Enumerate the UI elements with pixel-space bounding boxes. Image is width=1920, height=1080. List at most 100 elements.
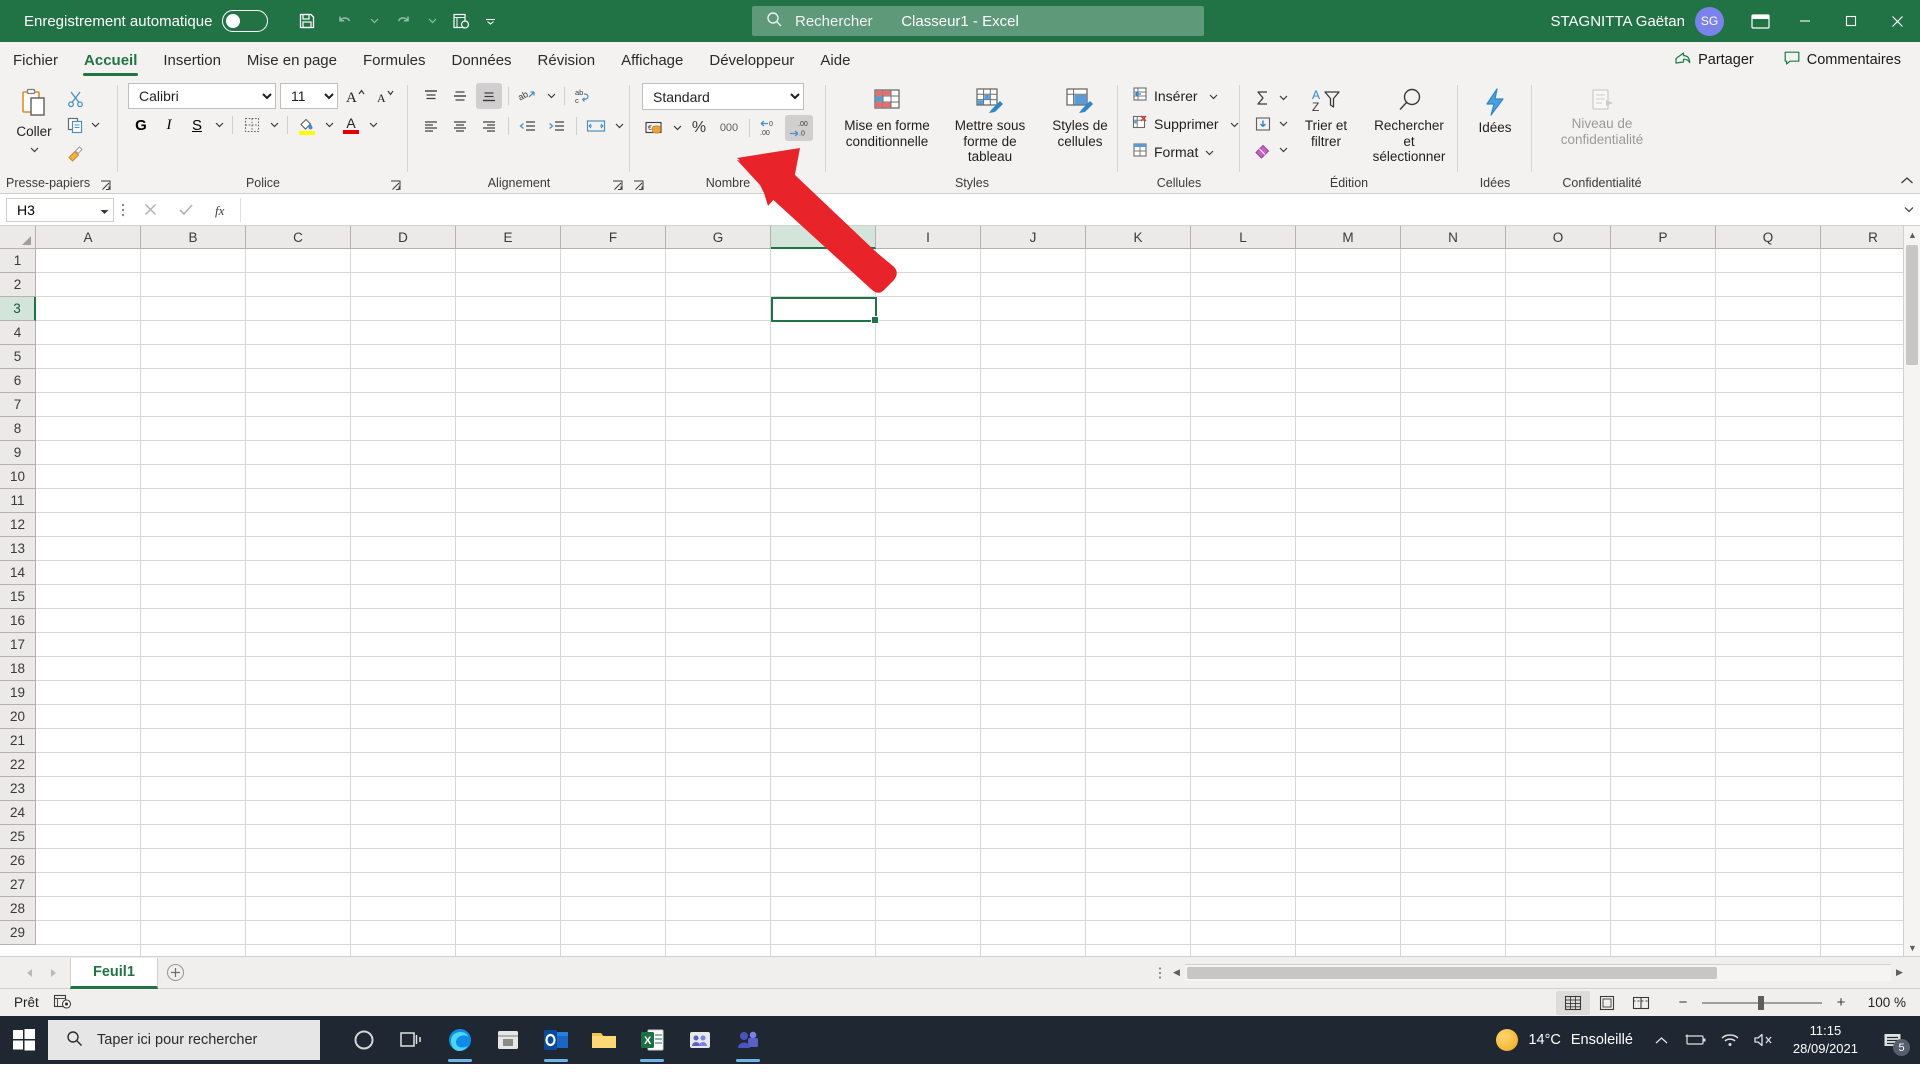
file-explorer-icon[interactable] — [580, 1016, 628, 1064]
format-painter-icon[interactable] — [62, 139, 88, 165]
underline-chevron-down-icon[interactable] — [212, 112, 226, 138]
column-header-G[interactable]: G — [666, 226, 771, 248]
fill-color-chevron-down-icon[interactable] — [322, 112, 336, 138]
row-header-1[interactable]: 1 — [0, 249, 35, 273]
font-dialog-launcher[interactable] — [389, 179, 403, 193]
row-header-27[interactable]: 27 — [0, 873, 35, 897]
clipboard-dialog-launcher[interactable] — [99, 179, 113, 193]
comments-button[interactable]: Commentaires — [1773, 47, 1912, 73]
column-header-O[interactable]: O — [1506, 226, 1611, 248]
row-header-7[interactable]: 7 — [0, 393, 35, 417]
increase-indent-icon[interactable] — [544, 113, 570, 139]
align-bottom-icon[interactable] — [476, 83, 502, 109]
next-sheet-icon[interactable] — [42, 962, 64, 984]
merge-center-icon[interactable] — [583, 113, 609, 139]
column-header-N[interactable]: N — [1401, 226, 1506, 248]
excel-icon[interactable]: X — [628, 1016, 676, 1064]
scroll-left-arrow[interactable]: ◀ — [1168, 964, 1185, 981]
horizontal-scrollbar[interactable]: ◀ ▶ — [1168, 964, 1908, 981]
grow-font-icon[interactable]: A — [342, 83, 368, 109]
ideas-button[interactable]: Idées — [1468, 83, 1522, 138]
cut-icon[interactable] — [62, 85, 88, 111]
autosave-toggle[interactable] — [222, 10, 269, 32]
row-header-3[interactable]: 3 — [0, 297, 36, 321]
paste-button[interactable]: Coller — [8, 83, 60, 160]
align-left-icon[interactable] — [418, 113, 444, 139]
add-sheet-button[interactable] — [158, 957, 194, 989]
bold-button[interactable]: G — [128, 112, 154, 138]
row-header-13[interactable]: 13 — [0, 537, 35, 561]
tab-fichier[interactable]: Fichier — [0, 42, 71, 78]
accounting-chevron-down-icon[interactable] — [670, 115, 684, 141]
format-cells-button[interactable]: Format — [1126, 138, 1219, 166]
avatar[interactable]: SG — [1695, 6, 1724, 36]
teams-classic-icon[interactable] — [676, 1016, 724, 1064]
row-header-29[interactable]: 29 — [0, 921, 35, 945]
insert-function-icon[interactable]: fx — [204, 197, 240, 223]
expand-formula-bar-icon[interactable] — [1898, 206, 1920, 213]
row-header-25[interactable]: 25 — [0, 825, 35, 849]
edge-icon[interactable] — [436, 1016, 484, 1064]
teams-icon[interactable] — [724, 1016, 772, 1064]
row-header-8[interactable]: 8 — [0, 417, 35, 441]
column-header-M[interactable]: M — [1296, 226, 1401, 248]
orientation-icon[interactable]: ab — [515, 83, 541, 109]
copy-icon[interactable] — [62, 112, 88, 138]
shrink-font-icon[interactable]: A — [372, 83, 398, 109]
column-header-C[interactable]: C — [246, 226, 351, 248]
start-button[interactable] — [0, 1016, 48, 1064]
outlook-icon[interactable] — [532, 1016, 580, 1064]
sheet-resize-grip[interactable] — [1152, 966, 1168, 980]
column-header-F[interactable]: F — [561, 226, 666, 248]
formula-input[interactable] — [240, 197, 1898, 222]
align-right-icon[interactable] — [476, 113, 502, 139]
row-header-12[interactable]: 12 — [0, 513, 35, 537]
font-color-icon[interactable]: A — [338, 112, 364, 138]
clear-chevron-down-icon[interactable] — [1276, 137, 1290, 163]
row-header-5[interactable]: 5 — [0, 345, 35, 369]
increase-decimal-button[interactable]: .00.0 — [785, 115, 813, 141]
chevron-down-icon[interactable] — [1230, 115, 1239, 133]
conditional-formatting-button[interactable]: Mise en forme conditionnelle — [838, 83, 936, 151]
italic-button[interactable]: I — [156, 112, 182, 138]
scroll-down-arrow[interactable]: ▼ — [1904, 939, 1920, 956]
weather-widget[interactable]: 14°C Ensoleillé — [1484, 1029, 1644, 1051]
align-middle-icon[interactable] — [447, 83, 473, 109]
row-header-23[interactable]: 23 — [0, 777, 35, 801]
microsoft-store-icon[interactable] — [484, 1016, 532, 1064]
find-select-button[interactable]: Rechercher et sélectionner — [1362, 83, 1456, 167]
horizontal-scroll-track[interactable] — [1185, 964, 1891, 981]
column-header-D[interactable]: D — [351, 226, 456, 248]
borders-icon[interactable] — [239, 112, 265, 138]
row-header-28[interactable]: 28 — [0, 897, 35, 921]
autosum-icon[interactable] — [1250, 85, 1276, 111]
row-header-17[interactable]: 17 — [0, 633, 35, 657]
formula-bar-grip[interactable] — [114, 202, 132, 218]
enter-formula-icon[interactable] — [168, 197, 204, 223]
chevron-down-icon[interactable] — [1205, 143, 1214, 161]
row-header-14[interactable]: 14 — [0, 561, 35, 585]
show-hidden-icons-chevron-up-icon[interactable] — [1645, 1016, 1679, 1064]
tab-donnees[interactable]: Données — [439, 42, 525, 78]
cells-area[interactable] — [36, 249, 1920, 956]
column-header-L[interactable]: L — [1191, 226, 1296, 248]
row-header-15[interactable]: 15 — [0, 585, 35, 609]
zoom-slider[interactable] — [1702, 995, 1822, 1011]
column-header-A[interactable]: A — [36, 226, 141, 248]
vertical-scrollbar[interactable]: ▲ ▼ — [1903, 226, 1920, 956]
search-input[interactable]: Rechercher — [752, 6, 1204, 36]
align-center-icon[interactable] — [447, 113, 473, 139]
ribbon-display-options-icon[interactable] — [1738, 0, 1782, 42]
select-all-corner[interactable] — [0, 226, 36, 249]
column-header-P[interactable]: P — [1611, 226, 1716, 248]
row-header-26[interactable]: 26 — [0, 849, 35, 873]
row-header-22[interactable]: 22 — [0, 753, 35, 777]
tab-insertion[interactable]: Insertion — [150, 42, 234, 78]
undo-caret-icon[interactable] — [366, 5, 382, 37]
fill-color-icon[interactable] — [294, 112, 320, 138]
macro-record-icon[interactable] — [53, 993, 72, 1013]
column-header-H[interactable]: H — [771, 226, 876, 249]
borders-chevron-down-icon[interactable] — [267, 112, 281, 138]
wifi-icon[interactable] — [1713, 1016, 1747, 1064]
row-header-24[interactable]: 24 — [0, 801, 35, 825]
